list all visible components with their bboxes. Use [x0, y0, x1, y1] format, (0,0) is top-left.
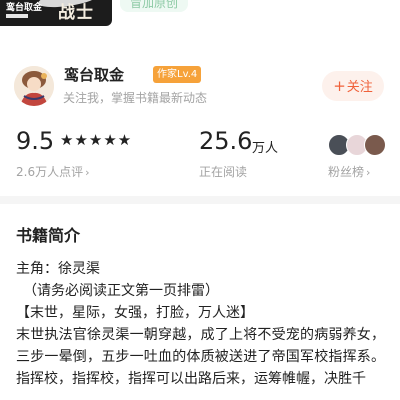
- intro-line: 指挥校，指挥校，指挥可以出路后来，运筹帷幄，决胜千: [16, 371, 366, 387]
- cover-brand: 鸾台取金: [6, 3, 43, 13]
- book-cover[interactable]: 鸾台取金 战士: [0, 0, 112, 26]
- intro-line: （请务必阅读正文第一页排雷）: [23, 283, 219, 299]
- rating-count-label: 2.6万人点评: [16, 165, 84, 179]
- cover-brand-bar: [6, 14, 28, 18]
- follow-button[interactable]: +关注: [322, 71, 384, 101]
- reading-label: 正在阅读: [199, 165, 248, 179]
- intro-line: 主角：徐灵渠: [16, 261, 100, 277]
- follow-label: 关注: [346, 80, 373, 95]
- reading-count-value: 25.6: [199, 127, 253, 155]
- book-intro[interactable]: 主角：徐灵渠 （请务必阅读正文第一页排雷） 【末世，星际，女强，打脸，万人迷】 …: [16, 258, 388, 390]
- author-tip: 关注我，掌握书籍最新动态: [63, 91, 208, 105]
- star-rating-icon: ★★★★★: [60, 131, 133, 149]
- rating-count-link[interactable]: 2.6万人点评 ›: [16, 163, 90, 180]
- fans-ranking-label: 粉丝榜: [328, 165, 365, 179]
- chevron-right-icon: ›: [85, 166, 90, 179]
- reading-count-unit: 万人: [252, 141, 279, 156]
- chevron-right-icon: ›: [366, 166, 371, 179]
- intro-title: 书籍简介: [16, 226, 81, 245]
- category-tag[interactable]: 冒加原创: [120, 0, 189, 12]
- intro-line: 末世执法官徐灵渠一朝穿越，成了上将不受宠的病弱养女，三步一晕倒，五步一吐血的体质…: [16, 327, 386, 365]
- fan-avatars[interactable]: [328, 134, 388, 156]
- author-level-badge: 作家Lv.4: [153, 66, 202, 83]
- plus-icon: +: [333, 77, 346, 95]
- rating-value: 9.5: [16, 127, 55, 155]
- author-name[interactable]: 鸾台取金: [64, 64, 124, 85]
- fan-avatar: [364, 134, 386, 156]
- fans-ranking-link[interactable]: 粉丝榜 ›: [328, 163, 370, 180]
- cover-title: 战士: [58, 3, 94, 23]
- section-divider: [0, 196, 400, 204]
- author-avatar[interactable]: [14, 66, 54, 106]
- intro-line: 【末世，星际，女强，打脸，万人迷】: [16, 305, 254, 321]
